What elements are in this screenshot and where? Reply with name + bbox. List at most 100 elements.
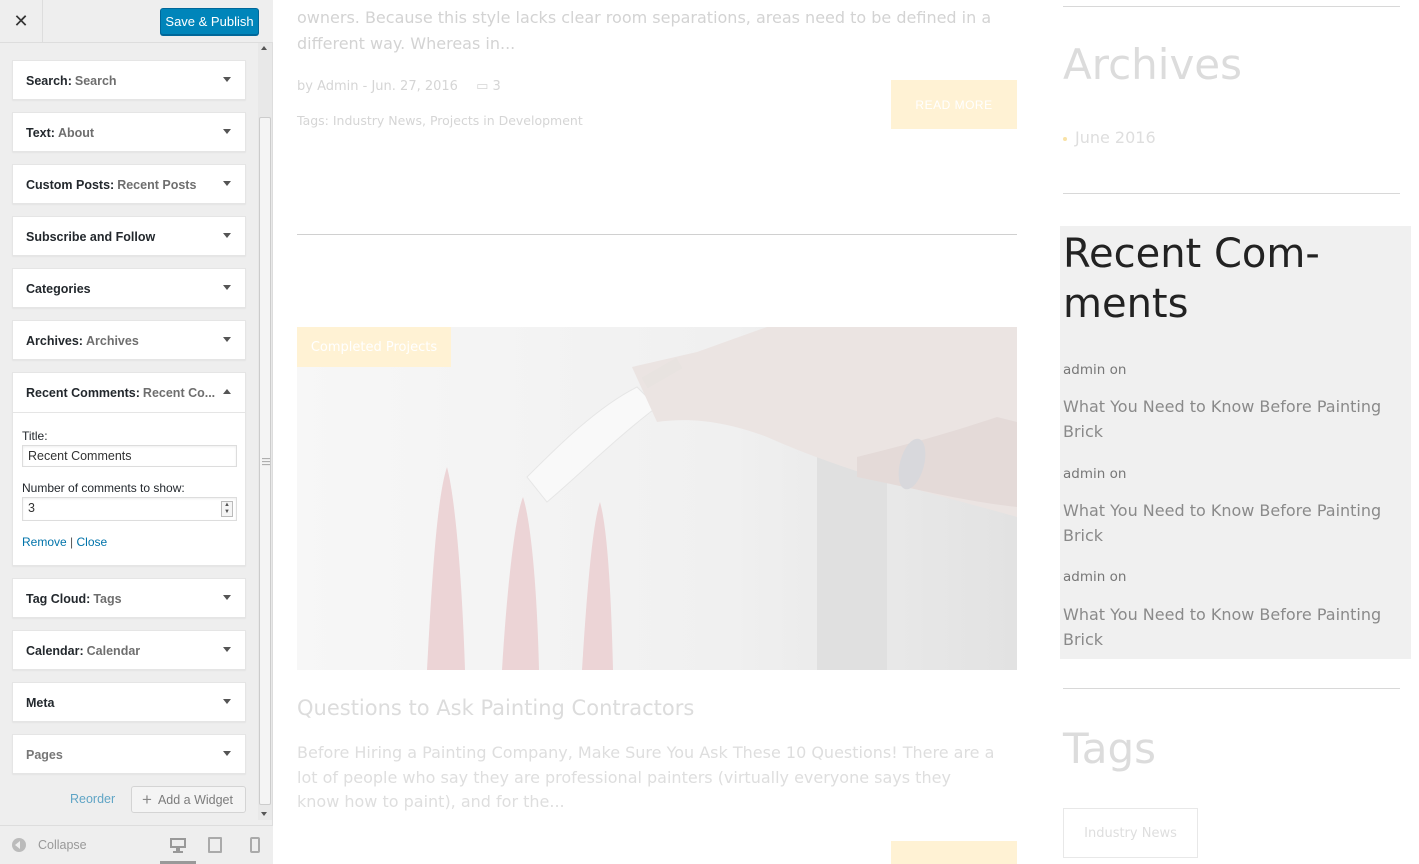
widget-title: Recent Co... bbox=[142, 385, 216, 400]
collapse-arrow-icon[interactable] bbox=[223, 389, 231, 394]
widget-control-links: Remove | Close bbox=[22, 535, 236, 549]
widget-calendar[interactable]: Calendar: Calendar bbox=[12, 630, 246, 670]
post-excerpt-2: Before Hiring a Painting Company, Make S… bbox=[297, 743, 995, 811]
widget-settings: Title: Recent Comments Number of comment… bbox=[13, 413, 245, 549]
widget-text[interactable]: Text: About bbox=[12, 112, 246, 152]
mobile-preview-icon[interactable] bbox=[250, 837, 260, 853]
comment-count: 3 bbox=[492, 79, 501, 94]
bullet-icon bbox=[1063, 136, 1067, 141]
widget-header[interactable]: Pages bbox=[13, 735, 245, 775]
scroll-up-arrow-icon[interactable] bbox=[261, 46, 267, 50]
comment-author: admin on bbox=[1063, 569, 1127, 585]
expand-arrow-icon[interactable] bbox=[223, 699, 231, 704]
read-more-button-2[interactable] bbox=[891, 841, 1017, 864]
post-excerpt: owners. Because this style lacks clear r… bbox=[297, 8, 992, 53]
widget-type: Pages bbox=[26, 748, 63, 762]
count-input[interactable]: 3 bbox=[22, 497, 237, 521]
widget-header[interactable]: Subscribe and Follow bbox=[13, 217, 245, 257]
customizer-sidebar: ✕ Save & Publish Search: Search Text: Abou… bbox=[0, 0, 273, 864]
expand-arrow-icon[interactable] bbox=[223, 595, 231, 600]
archive-link[interactable]: June 2016 bbox=[1063, 128, 1156, 147]
desktop-preview-icon[interactable] bbox=[170, 837, 186, 853]
add-widget-label: Add a Widget bbox=[157, 792, 233, 807]
widget-title: About bbox=[57, 126, 95, 140]
widget-title: Search bbox=[74, 74, 117, 88]
widget-type: Tag Cloud: bbox=[26, 592, 91, 606]
widget-actions: Reorder + Add a Widget bbox=[12, 786, 246, 814]
count-input-wrapper: 3 ▲ ▼ bbox=[22, 497, 237, 521]
expand-arrow-icon[interactable] bbox=[223, 285, 231, 290]
customizer-footer: Collapse bbox=[0, 825, 273, 864]
tablet-preview-icon[interactable] bbox=[208, 837, 222, 853]
expand-arrow-icon[interactable] bbox=[223, 129, 231, 134]
scroll-down-arrow-icon[interactable] bbox=[261, 812, 267, 816]
widget-custom-posts[interactable]: Custom Posts: Recent Posts bbox=[12, 164, 246, 204]
painting-hand-illustration bbox=[297, 327, 1017, 670]
expand-arrow-icon[interactable] bbox=[223, 647, 231, 652]
category-badge[interactable]: Completed Projects bbox=[297, 327, 451, 367]
widget-title: Tags bbox=[93, 592, 122, 606]
add-widget-button[interactable]: + Add a Widget bbox=[131, 786, 246, 813]
comment-post-link[interactable]: What You Need to Know Before Painting Br… bbox=[1063, 603, 1393, 652]
customizer-header: ✕ Save & Publish bbox=[0, 0, 273, 43]
widget-tag-cloud[interactable]: Tag Cloud: Tags bbox=[12, 578, 246, 618]
widget-title: Archives bbox=[85, 334, 139, 348]
widget-header[interactable]: Meta bbox=[13, 683, 245, 723]
widget-header[interactable]: Categories bbox=[13, 269, 245, 309]
remove-link[interactable]: Remove bbox=[22, 535, 67, 549]
widget-subscribe-follow[interactable]: Subscribe and Follow bbox=[12, 216, 246, 256]
collapse-icon[interactable] bbox=[12, 838, 26, 852]
widget-type: Calendar: bbox=[26, 644, 84, 658]
archives-heading: Archives bbox=[1063, 40, 1243, 89]
expand-arrow-icon[interactable] bbox=[223, 77, 231, 82]
comment-post-link[interactable]: What You Need to Know Before Painting Br… bbox=[1063, 499, 1393, 548]
post-title[interactable]: Questions to Ask Painting Contractors bbox=[297, 696, 694, 720]
widget-type: Text: bbox=[26, 126, 55, 140]
expand-arrow-icon[interactable] bbox=[223, 233, 231, 238]
widget-type: Categories bbox=[26, 282, 91, 296]
widget-header[interactable]: Calendar: Calendar bbox=[13, 631, 245, 671]
comment-icon: ▭ bbox=[476, 79, 489, 94]
widget-header[interactable]: Custom Posts: Recent Posts bbox=[13, 165, 245, 205]
post-tags: Tags: Industry News, Projects in Develop… bbox=[297, 113, 583, 128]
widget-header[interactable]: Tag Cloud: Tags bbox=[13, 579, 245, 619]
widget-archives[interactable]: Archives: Archives bbox=[12, 320, 246, 360]
widget-list: Search: Search Text: About Custom Posts: Re… bbox=[12, 60, 246, 786]
reorder-link[interactable]: Reorder bbox=[70, 792, 115, 806]
collapse-button[interactable]: Collapse bbox=[38, 838, 87, 852]
widget-pages[interactable]: Pages bbox=[12, 734, 246, 774]
save-publish-button[interactable]: Save & Publish bbox=[160, 8, 259, 35]
widget-divider bbox=[1063, 688, 1400, 689]
widget-title: Calendar bbox=[86, 644, 141, 658]
comment-post-link[interactable]: What You Need to Know Before Painting Br… bbox=[1063, 395, 1393, 444]
tag-link[interactable]: Industry News bbox=[1063, 808, 1198, 858]
close-link[interactable]: Close bbox=[77, 535, 108, 549]
title-input[interactable]: Recent Comments bbox=[22, 445, 237, 467]
close-icon[interactable]: ✕ bbox=[0, 0, 43, 43]
tags-heading: Tags bbox=[1063, 724, 1156, 773]
widget-recent-comments[interactable]: Recent Comments: Recent Co... Title: Rece… bbox=[12, 372, 246, 566]
comment-author: admin on bbox=[1063, 466, 1127, 482]
archive-link-label: June 2016 bbox=[1075, 128, 1156, 147]
widget-type: Custom Posts: bbox=[26, 178, 115, 192]
widget-title: Recent Posts bbox=[117, 178, 197, 192]
expand-arrow-icon[interactable] bbox=[223, 751, 231, 756]
stepper-icon[interactable]: ▲ ▼ bbox=[221, 501, 233, 517]
widget-meta[interactable]: Meta bbox=[12, 682, 246, 722]
read-more-button[interactable]: READ MORE bbox=[891, 80, 1017, 129]
expand-arrow-icon[interactable] bbox=[223, 181, 231, 186]
widget-header[interactable]: Search: Search bbox=[13, 61, 245, 101]
post-meta: by Admin - Jun. 27, 2016 ▭ 3 bbox=[297, 79, 501, 94]
widget-search[interactable]: Search: Search bbox=[12, 60, 246, 100]
widget-categories[interactable]: Categories bbox=[12, 268, 246, 308]
post-featured-image[interactable] bbox=[297, 327, 1017, 670]
widget-header[interactable]: Recent Comments: Recent Co... bbox=[13, 373, 245, 413]
widget-header[interactable]: Archives: Archives bbox=[13, 321, 245, 361]
widget-header[interactable]: Text: About bbox=[13, 113, 245, 153]
widget-type: Archives: bbox=[26, 334, 83, 348]
recent-comments-heading: Recent Com-ments bbox=[1063, 231, 1320, 327]
widget-type: Recent Comments: bbox=[26, 385, 140, 400]
comment-author: admin on bbox=[1063, 362, 1127, 378]
link-separator: | bbox=[70, 535, 74, 549]
expand-arrow-icon[interactable] bbox=[223, 337, 231, 342]
